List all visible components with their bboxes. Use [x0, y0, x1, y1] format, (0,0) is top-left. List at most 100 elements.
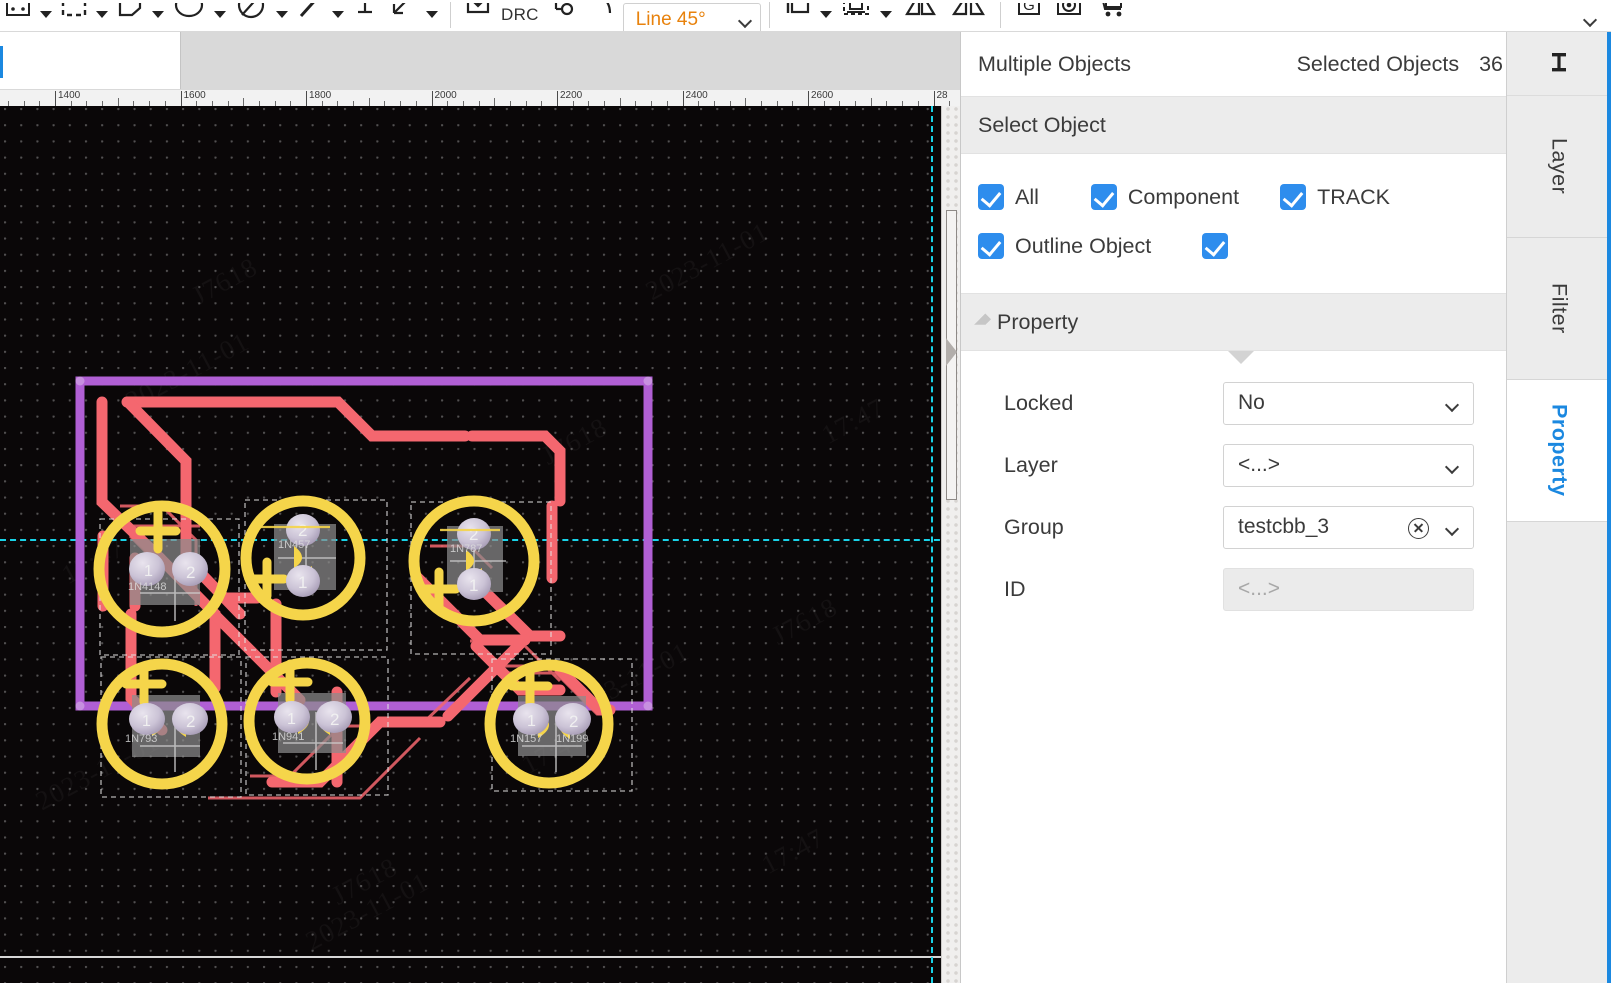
group-value: testcbb_3: [1238, 515, 1330, 538]
circle-dropdown-caret[interactable]: [210, 0, 230, 31]
id-field: <...>: [1223, 567, 1474, 611]
svg-text:2: 2: [186, 563, 195, 582]
svg-text:1N787: 1N787: [450, 543, 482, 555]
property-label-group: Group: [1004, 514, 1064, 539]
routing-mode-value: Line 45°: [635, 9, 706, 30]
selected-objects-count: 36: [1479, 51, 1503, 76]
checkbox-track[interactable]: TRACK: [1280, 184, 1390, 210]
line-dropdown-caret[interactable]: [328, 0, 348, 31]
property-row-layer: Layer <...>: [961, 434, 1507, 496]
select-object-checkbox-group: All Component TRACK Outline Object: [961, 154, 1507, 293]
tab-filter[interactable]: Filter: [1507, 238, 1611, 380]
pin-panel-button[interactable]: [1507, 32, 1611, 96]
drc-button[interactable]: DRC: [497, 5, 543, 25]
cart-icon[interactable]: [1089, 0, 1131, 31]
property-heading: Property: [997, 309, 1079, 334]
toolbar-overflow-chevron-icon[interactable]: [1584, 15, 1597, 23]
pin-icon: [1552, 52, 1566, 71]
import-image-icon[interactable]: [459, 0, 497, 31]
canvas-vertical-scrollbar[interactable]: [941, 106, 960, 983]
ruler-tick-minor: [494, 98, 496, 106]
chevron-down-icon: [1446, 524, 1459, 532]
no-copper-dropdown-caret[interactable]: [272, 0, 292, 31]
tab-property[interactable]: Property: [1507, 380, 1611, 522]
checkbox-unlabeled[interactable]: [1202, 233, 1229, 259]
tab-layer-label: Layer: [1547, 138, 1572, 195]
checkbox-row-2: Outline Object: [961, 225, 1507, 267]
distribute-dropdown-caret[interactable]: [876, 0, 896, 31]
dimension-icon[interactable]: [348, 0, 382, 31]
selected-objects-info: Selected Objects 36: [1297, 52, 1503, 77]
align-left-icon[interactable]: [778, 0, 816, 31]
arrow-dropdown-caret[interactable]: [422, 0, 442, 31]
selected-objects-label: Selected Objects: [1296, 51, 1460, 76]
tab-property-label: Property: [1547, 404, 1572, 497]
checkbox-track-label: TRACK: [1317, 184, 1390, 209]
copper-area-dropdown-caret[interactable]: [92, 0, 112, 31]
check-icon: [978, 233, 1004, 259]
horizontal-ruler[interactable]: 1400 1600 1800 2000 2200 2400 2600 28: [0, 90, 960, 106]
layer-select[interactable]: <...>: [1223, 443, 1474, 487]
place-pad-icon[interactable]: [0, 0, 36, 31]
locked-select[interactable]: No: [1223, 381, 1474, 425]
tab-rail-filler: [1507, 522, 1611, 983]
routing-mode-select[interactable]: Line 45°: [622, 3, 761, 31]
tab-layer[interactable]: Layer: [1507, 96, 1611, 238]
document-tab-strip: [0, 32, 960, 90]
solid-region-dropdown-caret[interactable]: [148, 0, 168, 31]
no-copper-region-icon[interactable]: [230, 0, 272, 31]
panel-collapse-handle-icon[interactable]: [946, 338, 957, 366]
origin-target-icon[interactable]: [1049, 0, 1089, 31]
document-tab-active[interactable]: [0, 32, 181, 89]
via-icon[interactable]: [543, 0, 583, 31]
distribute-icon[interactable]: [836, 0, 876, 31]
svg-text:G: G: [1023, 3, 1035, 14]
copper-area-icon[interactable]: [56, 0, 92, 31]
group-select[interactable]: testcbb_3: [1223, 505, 1474, 549]
mirror-vertical-icon[interactable]: [944, 0, 992, 31]
property-label-layer: Layer: [1004, 452, 1058, 477]
solid-region-icon[interactable]: [112, 0, 148, 31]
circle-icon[interactable]: [168, 0, 210, 31]
arrow-icon[interactable]: [382, 0, 422, 31]
svg-text:1N199: 1N199: [556, 733, 588, 745]
ruler-label: 1400: [58, 90, 81, 101]
line-icon[interactable]: [292, 0, 328, 31]
check-icon: [978, 184, 1004, 210]
svg-text:1N4148: 1N4148: [128, 581, 167, 593]
property-row-locked: Locked No: [961, 372, 1507, 434]
property-rows: Locked No Layer <...> Group testcbb_3 ID…: [961, 364, 1507, 620]
mirror-horizontal-icon[interactable]: [896, 0, 944, 31]
svg-text:2: 2: [298, 521, 307, 540]
svg-text:1N457: 1N457: [278, 539, 310, 551]
select-object-section-header: Select Object: [961, 96, 1507, 154]
property-row-group: Group testcbb_3: [961, 496, 1507, 558]
right-tab-rail: Layer Filter Property: [1506, 32, 1611, 983]
toolbar-divider-2: [768, 2, 770, 28]
place-pad-dropdown-caret[interactable]: [36, 0, 56, 31]
property-section-header[interactable]: Property: [961, 293, 1507, 351]
pcb-canvas[interactable]: 2023-11-01 2023-11-01 2023-11-01 2023-11…: [0, 106, 960, 983]
checkbox-component-label: Component: [1127, 184, 1240, 209]
layer-value: <...>: [1238, 453, 1281, 476]
toolbar-group-align: [778, 0, 992, 31]
tab-filter-label: Filter: [1547, 283, 1572, 334]
checkbox-component[interactable]: Component: [1090, 184, 1240, 210]
toolbar-group-draw: [0, 0, 442, 31]
grid-g-icon[interactable]: G: [1009, 0, 1049, 31]
clear-circle-x-icon[interactable]: [1408, 517, 1429, 539]
align-dropdown-caret[interactable]: [816, 0, 836, 31]
property-label-id: ID: [1004, 576, 1026, 601]
arc-icon[interactable]: [583, 0, 623, 31]
checkbox-all[interactable]: All: [978, 184, 1039, 210]
ruler-label: 2600: [811, 90, 834, 101]
id-value: <...>: [1238, 577, 1281, 600]
ruler-label: 28: [936, 90, 948, 101]
svg-text:1: 1: [142, 713, 151, 730]
svg-text:1: 1: [298, 573, 307, 592]
select-object-heading: Select Object: [978, 112, 1106, 137]
ruler-label: 2200: [560, 90, 583, 101]
toolbar-group-tools: DRC: [459, 0, 623, 31]
checkbox-outline-object[interactable]: Outline Object: [978, 233, 1151, 259]
main-toolbar: DRC Line 45° G: [0, 0, 1611, 32]
